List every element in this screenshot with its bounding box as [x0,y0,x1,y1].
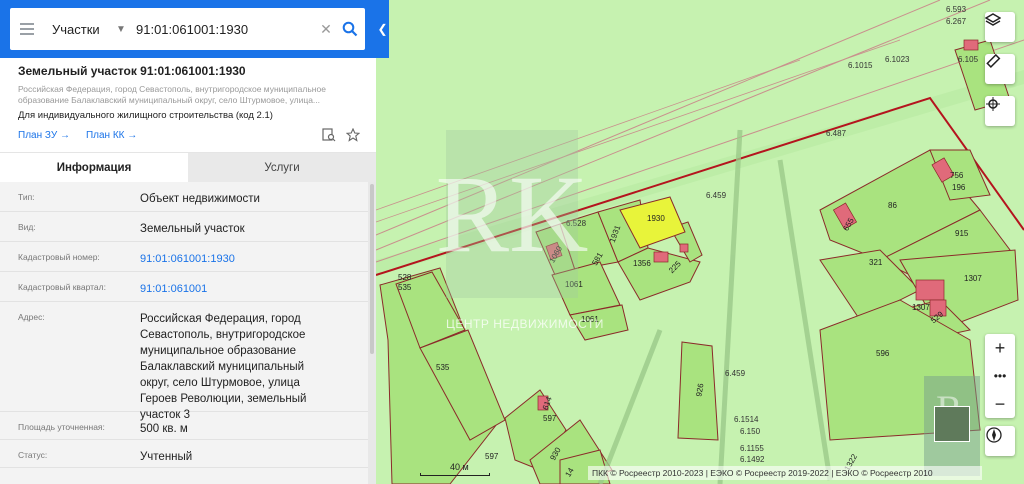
svg-text:6.1492: 6.1492 [740,455,765,464]
svg-text:597: 597 [543,414,557,423]
svg-text:6.150: 6.150 [740,427,761,436]
svg-text:535: 535 [398,283,412,292]
scale-label: 40 м [450,462,469,472]
search-doc-icon[interactable] [322,128,336,142]
search-icon [342,21,358,37]
compass-icon [986,427,1002,443]
parcel-title: Земельный участок 91:01:061001:1930 [18,64,246,78]
svg-text:6.1514: 6.1514 [734,415,759,424]
info-key: Тип: [18,192,35,202]
layers-icon [985,13,1001,26]
svg-text:1356: 1356 [633,259,651,268]
chevron-down-icon[interactable]: ▼ [116,24,130,35]
search-button[interactable] [335,14,365,44]
info-value: Объект недвижимости [140,193,260,205]
info-row-type: Тип: Объект недвижимости [0,182,368,212]
info-value: 500 кв. м [140,423,188,435]
info-key: Площадь уточненная: [18,422,105,432]
zoom-in-button[interactable]: + [985,334,1015,362]
cadastral-quarter-link[interactable]: 91:01:061001 [140,281,340,297]
panel-tabs: Информация Услуги [0,152,376,182]
star-icon[interactable] [346,128,360,142]
layers-button[interactable] [985,12,1015,42]
svg-text:596: 596 [876,349,890,358]
parcel-tools [322,128,360,142]
svg-text:528: 528 [398,273,412,282]
svg-text:6.459: 6.459 [725,369,746,378]
watermark-text: ЦЕНТР НЕДВИЖИМОСТИ [446,317,604,331]
plan-kk-link[interactable]: План КК → [86,130,137,141]
info-panel: Участки ▼ 91:01:061001:1930 ✕ Земельный … [0,0,376,484]
svg-text:6.105: 6.105 [958,55,979,64]
svg-text:6.267: 6.267 [946,17,967,26]
info-row-status: Статус: Учтенный [0,440,368,468]
zoom-out-button[interactable]: − [985,390,1015,418]
info-key: Адрес: [18,312,45,322]
map-attribution: ПКК © Росреестр 2010-2023 | ЕЭКО © Росре… [588,466,982,480]
search-input[interactable]: 91:01:061001:1930 [136,22,317,37]
svg-text:915: 915 [955,229,969,238]
info-key: Статус: [18,450,48,460]
svg-text:535: 535 [436,363,450,372]
basemap-switcher[interactable]: R [924,376,980,476]
svg-text:86: 86 [888,201,897,210]
tab-services[interactable]: Услуги [188,153,376,182]
svg-text:196: 196 [952,183,966,192]
compass-button[interactable] [985,426,1015,456]
ruler-button[interactable] [985,54,1015,84]
panel-scrollbar[interactable] [368,182,376,484]
clear-icon[interactable]: ✕ [317,21,335,38]
info-row-cadastral-quarter: Кадастровый квартал: 91:01:061001 [0,272,368,302]
ruler-icon [986,54,1001,69]
info-key: Вид: [18,222,36,232]
info-value: Земельный участок [140,223,245,235]
chevron-left-icon: ❮ [377,22,388,36]
tab-information[interactable]: Информация [0,153,188,182]
svg-text:6.593: 6.593 [946,5,967,14]
cadastral-number-link[interactable]: 91:01:061001:1930 [140,251,340,267]
zoom-control: + ••• − [985,334,1015,418]
svg-text:756: 756 [950,171,964,180]
info-table: Тип: Объект недвижимости Вид: Земельный … [0,182,368,484]
svg-text:1307: 1307 [964,274,982,283]
svg-text:597: 597 [485,452,499,461]
watermark-logo: RK [436,130,588,298]
parcel-address-short: Российская Федерация, город Севастополь,… [18,84,326,105]
svg-text:6.459: 6.459 [706,191,727,200]
svg-text:6.1015: 6.1015 [848,61,873,70]
svg-text:1307: 1307 [912,303,930,312]
svg-text:6.1023: 6.1023 [885,55,910,64]
map-scale: 40 м [420,462,490,476]
satellite-thumbnail[interactable] [934,406,970,442]
more-button[interactable]: ••• [985,362,1015,390]
svg-text:6.1155: 6.1155 [740,444,764,453]
svg-text:6.487: 6.487 [826,129,847,138]
locate-icon [986,97,1000,111]
info-key: Кадастровый номер: [18,252,100,262]
info-row-area: Площадь уточненная: 500 кв. м [0,412,368,440]
info-key: Кадастровый квартал: [18,282,106,292]
search-bar: Участки ▼ 91:01:061001:1930 ✕ [0,0,376,58]
svg-text:321: 321 [869,258,883,267]
scale-bar [420,473,490,476]
info-row-cadastral-number: Кадастровый номер: 91:01:061001:1930 [0,242,368,272]
parcel-purpose: Для индивидуального жилищного строительс… [18,110,273,121]
info-row-address: Адрес: Российская Федерация, город Севас… [0,302,368,421]
plan-zu-link[interactable]: План ЗУ → [18,130,70,141]
info-value: Учтенный [140,451,193,463]
search-type-select[interactable]: Участки [52,22,116,37]
locate-button[interactable] [985,96,1015,126]
info-value: Российская Федерация, город Севастополь,… [140,313,307,421]
search-box: Участки ▼ 91:01:061001:1930 ✕ [10,8,365,50]
collapse-panel-button[interactable]: ❮ [376,0,389,58]
hamburger-icon[interactable] [10,23,44,35]
info-row-kind: Вид: Земельный участок [0,212,368,242]
plan-links: План ЗУ → План КК → [18,130,137,141]
svg-text:1930: 1930 [647,214,665,223]
